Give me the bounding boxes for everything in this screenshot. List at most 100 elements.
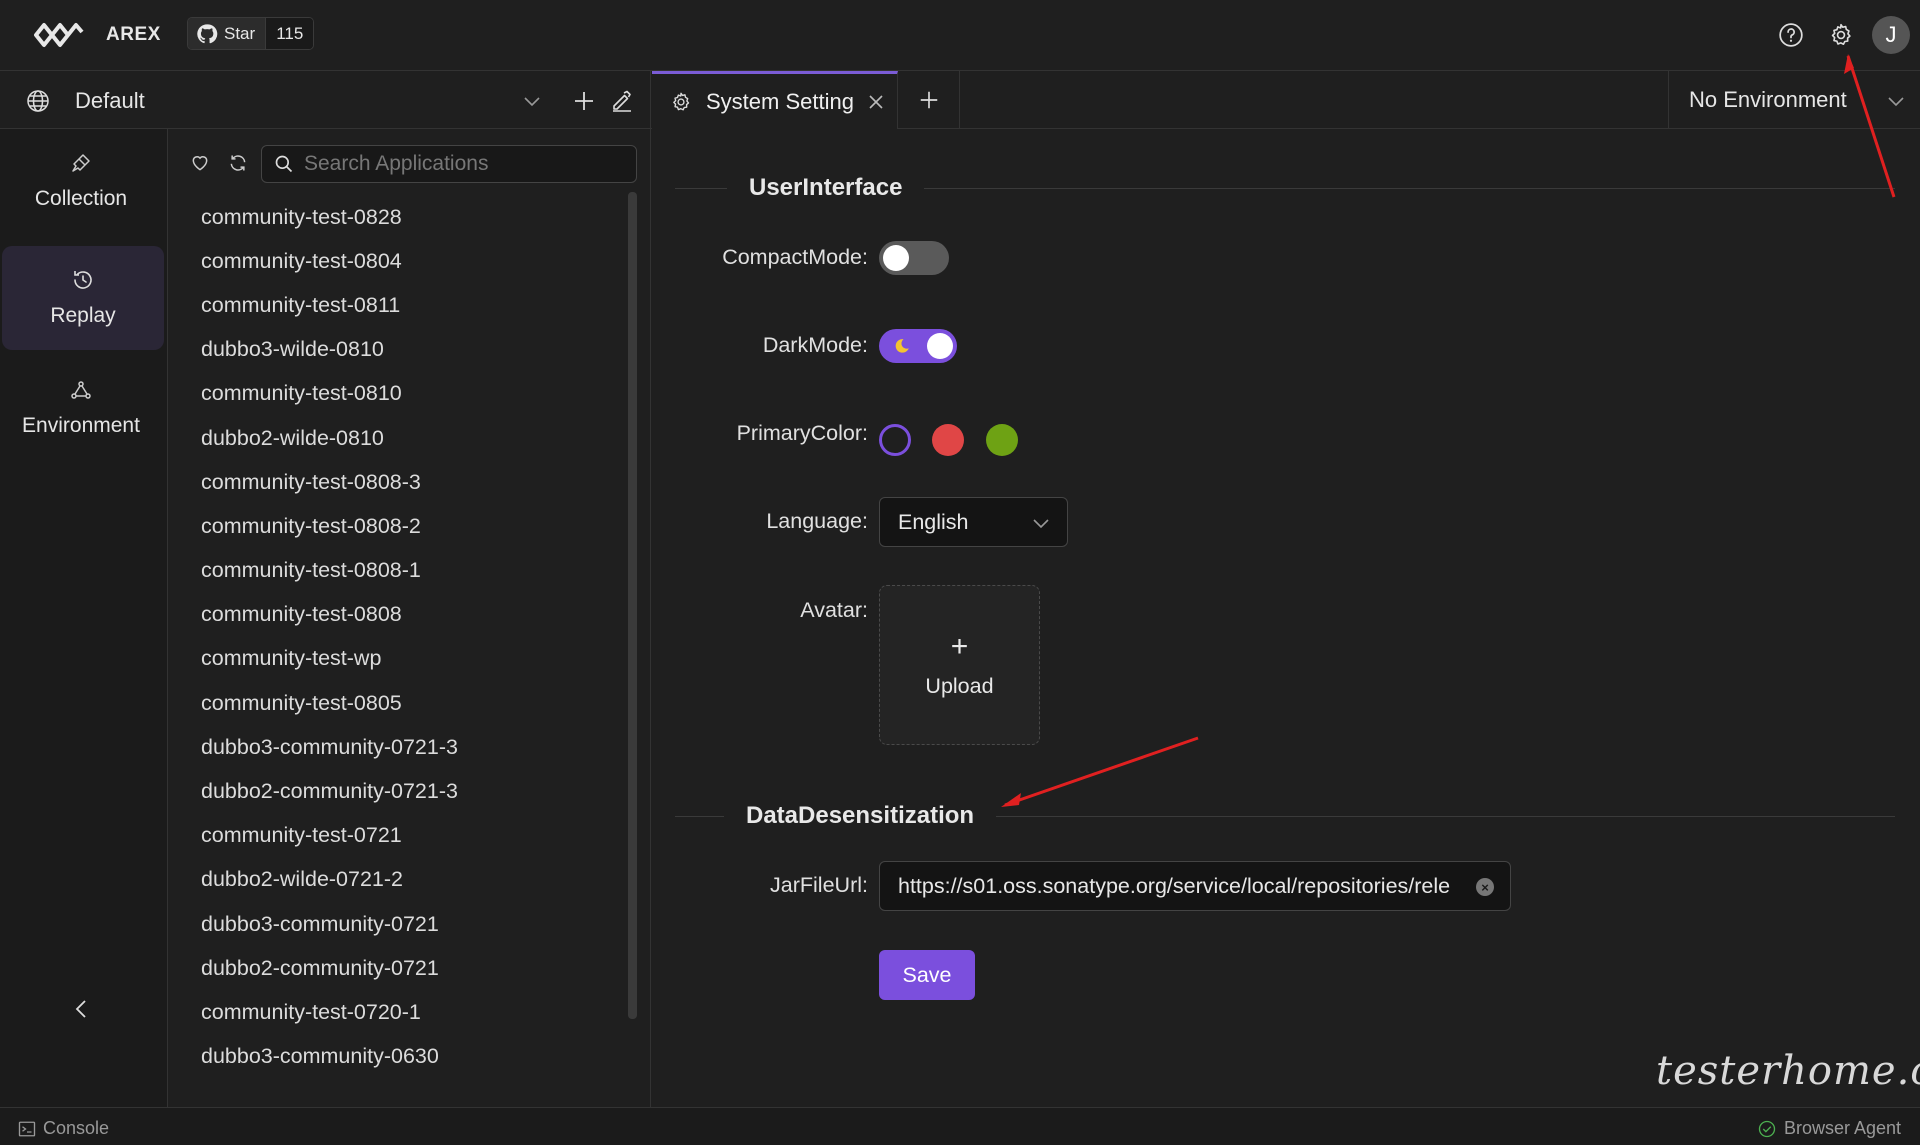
edit-workspace-icon[interactable] (610, 89, 634, 113)
search-applications-box[interactable] (261, 145, 637, 183)
terminal-icon (18, 1121, 36, 1136)
jar-file-url-label: JarFileUrl: (770, 873, 868, 897)
chevron-down-icon (1033, 519, 1049, 529)
github-star-count: 115 (265, 18, 314, 49)
nav-label-environment: Environment (22, 414, 140, 437)
nav-label-collection: Collection (34, 187, 128, 210)
primary-color-green[interactable] (986, 424, 1018, 456)
nav-item-replay[interactable]: Replay (2, 246, 164, 350)
app-header: AREX Star 115 J (0, 0, 1920, 71)
language-label: Language: (766, 509, 868, 533)
dark-mode-label: DarkMode: (762, 333, 868, 357)
left-navigation: Collection Replay Environment (0, 129, 168, 1107)
brand-name: AREX (106, 24, 161, 45)
upload-label: Upload (925, 673, 994, 698)
list-item[interactable]: dubbo2-wilde-0721-2 (168, 858, 628, 902)
compact-mode-switch[interactable] (879, 241, 949, 275)
status-footer: Console Browser Agent (0, 1107, 1920, 1145)
list-item[interactable]: community-test-0721 (168, 814, 628, 858)
nav-label-replay: Replay (50, 304, 116, 327)
language-select[interactable]: English (879, 497, 1068, 547)
compact-mode-label: CompactMode: (722, 245, 868, 269)
console-label: Console (43, 1118, 110, 1138)
console-button[interactable]: Console (18, 1118, 109, 1139)
dark-mode-switch[interactable] (879, 329, 957, 363)
list-item[interactable]: community-test-0805 (168, 681, 628, 725)
nav-item-collection[interactable]: Collection (0, 129, 162, 233)
github-star-button[interactable]: Star 115 (187, 17, 315, 50)
section-title: DataDesensitization (746, 802, 975, 829)
section-title: UserInterface (749, 174, 903, 201)
list-item[interactable]: dubbo2-wilde-0810 (168, 416, 628, 460)
moon-icon (895, 339, 909, 353)
environment-label: No Environment (1689, 87, 1847, 112)
primary-color-red[interactable] (932, 424, 964, 456)
add-tab-button[interactable] (898, 71, 960, 129)
switch-knob (927, 333, 953, 359)
workspace-name[interactable]: Default (75, 88, 145, 114)
jar-file-url-input[interactable] (898, 873, 1468, 899)
chevron-down-icon (1888, 97, 1904, 107)
list-item[interactable]: dubbo2-community-0721-3 (168, 769, 628, 813)
list-item[interactable]: dubbo2-community-0721 (168, 946, 628, 990)
tab-bar: System Setting No Environment (651, 71, 1920, 129)
plus-icon: + (950, 629, 969, 663)
help-icon[interactable] (1778, 22, 1804, 48)
search-applications-input[interactable] (304, 152, 624, 176)
list-item[interactable]: community-test-0720-1 (168, 990, 628, 1034)
switch-knob (883, 245, 909, 271)
list-item[interactable]: community-test-0804 (168, 239, 628, 283)
list-item[interactable]: community-test-0810 (168, 372, 628, 416)
application-items: community-test-0828 community-test-0804 … (168, 195, 628, 1079)
environment-icon (71, 381, 91, 399)
clear-icon[interactable]: × (1476, 878, 1494, 896)
language-value: English (898, 509, 969, 534)
list-item[interactable]: community-test-0808-3 (168, 460, 628, 504)
jar-file-url-field[interactable]: × (879, 861, 1511, 911)
list-item[interactable]: community-test-0808-1 (168, 549, 628, 593)
watermark-text: testerhome.com (1656, 1048, 1920, 1094)
refresh-icon[interactable] (228, 153, 248, 173)
tab-label: System Setting (706, 88, 854, 114)
github-icon (197, 23, 218, 43)
avatar-label: Avatar: (800, 598, 868, 622)
nav-item-environment[interactable]: Environment (0, 356, 162, 460)
list-item[interactable]: community-test-0811 (168, 283, 628, 327)
primary-color-label: PrimaryColor: (736, 421, 868, 445)
plus-icon (920, 91, 937, 109)
replay-icon (74, 271, 92, 289)
browser-agent-status: Browser Agent (1758, 1118, 1901, 1139)
github-star-label: Star (224, 23, 256, 43)
workspace-bar: Default (0, 71, 651, 129)
environment-selector[interactable]: No Environment (1668, 71, 1920, 129)
list-item[interactable]: community-test-wp (168, 637, 628, 681)
search-icon (275, 155, 293, 173)
list-item[interactable]: dubbo3-community-0721-3 (168, 725, 628, 769)
arex-logo-icon (34, 23, 84, 47)
list-item[interactable]: community-test-0828 (168, 195, 628, 239)
primary-color-purple[interactable] (879, 424, 911, 456)
list-item[interactable]: community-test-0808 (168, 593, 628, 637)
list-item[interactable]: dubbo3-community-0630 (168, 1035, 628, 1079)
list-item[interactable]: dubbo3-community-0721 (168, 902, 628, 946)
user-avatar[interactable]: J (1872, 16, 1910, 54)
favorite-heart-icon[interactable] (190, 153, 210, 173)
tab-system-setting[interactable]: System Setting (652, 71, 898, 129)
save-button[interactable]: Save (879, 950, 975, 1000)
globe-icon (27, 90, 49, 112)
list-item[interactable]: dubbo3-wilde-0810 (168, 328, 628, 372)
collapse-sidebar-icon[interactable] (70, 997, 94, 1021)
section-user-interface: UserInterface (675, 173, 1895, 203)
close-icon[interactable] (868, 94, 884, 110)
applist-scrollbar[interactable] (628, 192, 637, 1019)
settings-gear-icon[interactable] (1828, 22, 1854, 48)
section-data-desensitization: DataDesensitization (675, 801, 1895, 831)
add-workspace-icon[interactable] (572, 89, 596, 113)
avatar-upload-button[interactable]: + Upload (879, 585, 1040, 745)
list-item[interactable]: community-test-0808-2 (168, 504, 628, 548)
chevron-down-icon[interactable] (522, 91, 542, 111)
browser-agent-label: Browser Agent (1784, 1118, 1902, 1138)
application-list-panel: community-test-0828 community-test-0804 … (168, 129, 651, 1107)
system-setting-panel: UserInterface CompactMode: DarkMode: Pri… (651, 129, 1920, 1107)
collection-icon (72, 154, 90, 172)
